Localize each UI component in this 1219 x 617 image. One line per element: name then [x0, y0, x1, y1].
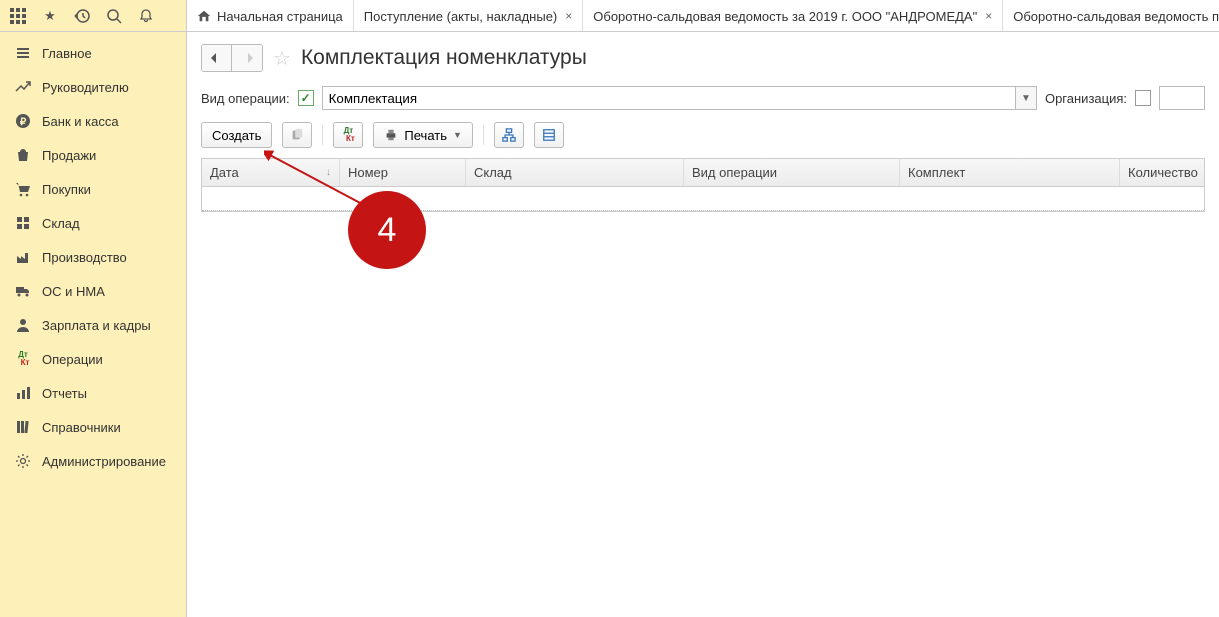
print-button[interactable]: Печать ▼: [373, 122, 473, 148]
bag-icon: [14, 147, 32, 163]
op-type-label: Вид операции:: [201, 91, 290, 106]
op-type-checkbox[interactable]: ✓: [298, 90, 314, 106]
nav-arrows: [201, 44, 263, 72]
menu-icon: [14, 45, 32, 61]
toolbar: Создать ДтКт Печать ▼: [201, 122, 1205, 148]
sidebar-item-production[interactable]: Производство: [0, 240, 186, 274]
table-row[interactable]: [202, 187, 1204, 211]
org-checkbox[interactable]: ✓: [1135, 90, 1151, 106]
sidebar-item-label: ОС и НМА: [42, 284, 105, 299]
forward-button[interactable]: [232, 45, 262, 71]
factory-icon: [14, 249, 32, 265]
sidebar-item-bank[interactable]: ₽ Банк и касса: [0, 104, 186, 138]
svg-text:₽: ₽: [20, 117, 27, 128]
sidebar-item-label: Руководителю: [42, 80, 129, 95]
tabs-bar: Начальная страница Поступление (акты, на…: [187, 0, 1219, 31]
sidebar-item-label: Покупки: [42, 182, 91, 197]
chevron-down-icon[interactable]: ▼: [1015, 86, 1037, 110]
sidebar-item-label: Банк и касса: [42, 114, 119, 129]
ruble-icon: ₽: [14, 113, 32, 129]
sidebar-item-manager[interactable]: Руководителю: [0, 70, 186, 104]
sidebar-item-assets[interactable]: ОС и НМА: [0, 274, 186, 308]
sidebar-item-purchases[interactable]: Покупки: [0, 172, 186, 206]
truck-icon: [14, 283, 32, 299]
org-input[interactable]: [1159, 86, 1205, 110]
history-icon[interactable]: [70, 4, 94, 28]
tab-label: Оборотно-сальдовая ведомость за 2019 г. …: [593, 9, 977, 24]
chevron-down-icon: ▼: [453, 130, 462, 140]
trend-icon: [14, 79, 32, 95]
favorite-toggle[interactable]: ☆: [273, 46, 291, 71]
sidebar-item-label: Продажи: [42, 148, 96, 163]
sidebar-item-label: Склад: [42, 216, 80, 231]
structure-button[interactable]: [494, 122, 524, 148]
sidebar-item-warehouse[interactable]: Склад: [0, 206, 186, 240]
topbar-quick-icons: ★: [0, 0, 187, 31]
sidebar-item-label: Отчеты: [42, 386, 87, 401]
sidebar-item-label: Главное: [42, 46, 92, 61]
search-icon[interactable]: [102, 4, 126, 28]
op-type-combo: ▼: [322, 86, 1037, 110]
topbar: ★ Начальная страница Поступление (акты, …: [0, 0, 1219, 32]
sort-asc-icon: ↓: [326, 167, 331, 178]
sidebar-item-operations[interactable]: ДтКт Операции: [0, 342, 186, 376]
main-content: ☆ Комплектация номенклатуры Вид операции…: [187, 32, 1219, 617]
bell-icon[interactable]: [134, 4, 158, 28]
sidebar-item-admin[interactable]: Администрирование: [0, 444, 186, 478]
tab-osv-extra[interactable]: Оборотно-сальдовая ведомость по: [1003, 0, 1219, 31]
col-qty[interactable]: Количество: [1120, 159, 1204, 186]
separator: [483, 125, 484, 145]
col-warehouse[interactable]: Склад: [466, 159, 684, 186]
tab-label: Поступление (акты, накладные): [364, 9, 557, 24]
col-operation[interactable]: Вид операции: [684, 159, 900, 186]
back-button[interactable]: [202, 45, 232, 71]
documents-table: Дата↓ Номер Склад Вид операции Комплект …: [201, 158, 1205, 212]
filter-row: Вид операции: ✓ ▼ Организация: ✓: [201, 86, 1205, 110]
sidebar-item-label: Производство: [42, 250, 127, 265]
star-icon[interactable]: ★: [38, 4, 62, 28]
close-icon[interactable]: ×: [565, 9, 572, 23]
apps-icon[interactable]: [6, 4, 30, 28]
sidebar-item-main[interactable]: Главное: [0, 36, 186, 70]
home-icon: [197, 9, 211, 23]
print-button-label: Печать: [404, 128, 447, 143]
create-button-label: Создать: [212, 128, 261, 143]
person-icon: [14, 317, 32, 333]
gear-icon: [14, 453, 32, 469]
tab-label: Начальная страница: [217, 9, 343, 24]
sidebar-item-label: Справочники: [42, 420, 121, 435]
dtkt-button[interactable]: ДтКт: [333, 122, 363, 148]
dtkt-icon: ДтКт: [14, 351, 32, 367]
tab-label: Оборотно-сальдовая ведомость по: [1013, 9, 1219, 24]
copy-button[interactable]: [282, 122, 312, 148]
list-button[interactable]: [534, 122, 564, 148]
sidebar: Главное Руководителю ₽ Банк и касса Прод…: [0, 32, 187, 617]
sidebar-item-label: Зарплата и кадры: [42, 318, 151, 333]
separator: [322, 125, 323, 145]
op-type-input[interactable]: [322, 86, 1015, 110]
cart-icon: [14, 181, 32, 197]
sidebar-item-hr[interactable]: Зарплата и кадры: [0, 308, 186, 342]
tab-home[interactable]: Начальная страница: [187, 0, 354, 31]
table-header: Дата↓ Номер Склад Вид операции Комплект …: [202, 159, 1204, 187]
page-title: Комплектация номенклатуры: [301, 46, 587, 70]
sidebar-item-label: Операции: [42, 352, 103, 367]
sidebar-item-catalogs[interactable]: Справочники: [0, 410, 186, 444]
sidebar-item-reports[interactable]: Отчеты: [0, 376, 186, 410]
col-kit[interactable]: Комплект: [900, 159, 1120, 186]
close-icon[interactable]: ×: [985, 9, 992, 23]
tab-osv-2019[interactable]: Оборотно-сальдовая ведомость за 2019 г. …: [583, 0, 1003, 31]
org-label: Организация:: [1045, 91, 1127, 106]
boxes-icon: [14, 215, 32, 231]
tab-receipts[interactable]: Поступление (акты, накладные) ×: [354, 0, 583, 31]
books-icon: [14, 419, 32, 435]
create-button[interactable]: Создать: [201, 122, 272, 148]
sidebar-item-sales[interactable]: Продажи: [0, 138, 186, 172]
col-date[interactable]: Дата↓: [202, 159, 340, 186]
bars-icon: [14, 385, 32, 401]
col-number[interactable]: Номер: [340, 159, 466, 186]
sidebar-item-label: Администрирование: [42, 454, 166, 469]
